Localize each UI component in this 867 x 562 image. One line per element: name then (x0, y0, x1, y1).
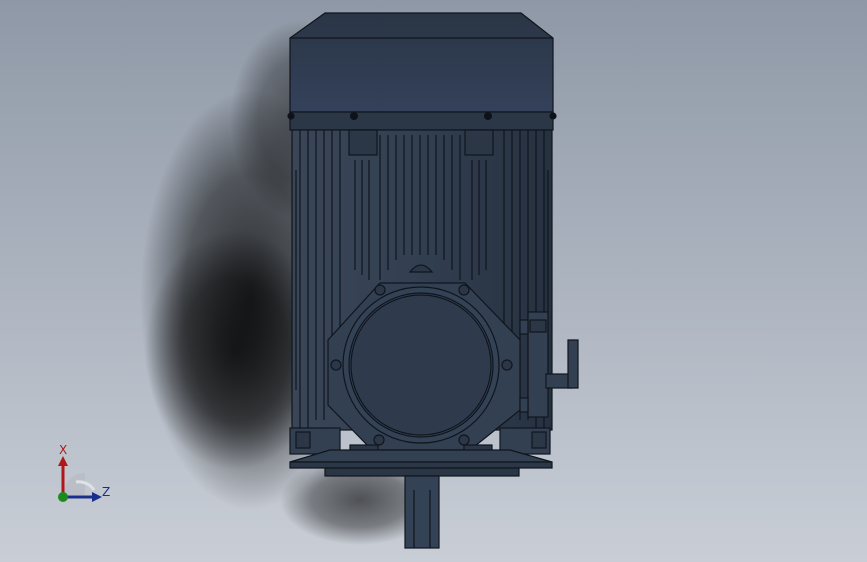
triad-arc (63, 473, 85, 495)
z-axis-label: Z (102, 485, 111, 499)
graphics-viewport[interactable]: X Z (0, 0, 867, 562)
flange-bolt (373, 434, 385, 446)
y-axis-dot (58, 492, 68, 502)
flange-bolt (374, 284, 386, 296)
motor-model[interactable] (287, 12, 579, 549)
flange-bolt (501, 359, 513, 371)
flange-bolt (458, 284, 470, 296)
bearing-cover[interactable] (350, 294, 492, 436)
motor-shaft[interactable] (404, 475, 440, 549)
model-scene[interactable] (0, 0, 867, 562)
reference-triad: X Z (48, 440, 118, 510)
flange-bolt (458, 434, 470, 446)
flange-bolt (330, 359, 342, 371)
fan-cover[interactable] (289, 12, 554, 113)
x-axis-label: X (59, 443, 68, 457)
